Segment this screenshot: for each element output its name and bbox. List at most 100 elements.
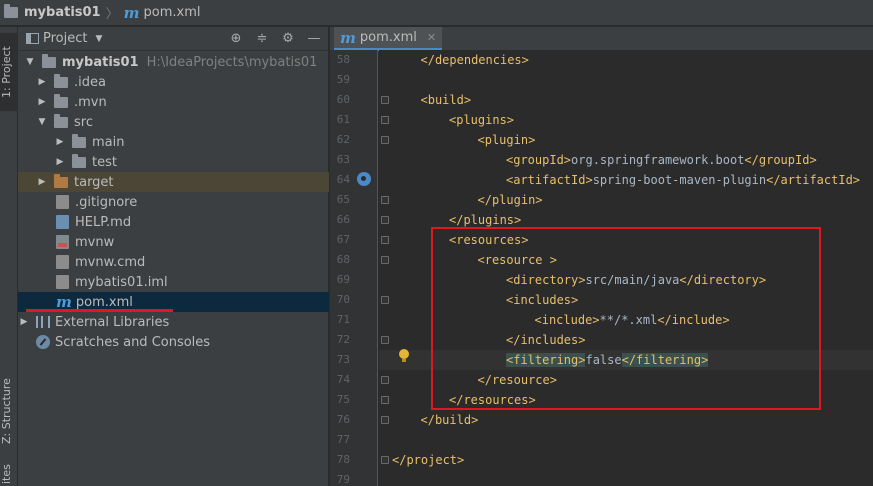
code-line: </plugin> xyxy=(478,190,543,210)
tree-item-label: .idea xyxy=(74,74,106,90)
chevron-right-icon[interactable]: ▶ xyxy=(36,77,48,87)
fold-marker-icon[interactable] xyxy=(381,236,389,244)
xml-tag: </build> xyxy=(420,413,479,427)
tree-item-target[interactable]: ▶ target xyxy=(18,172,329,192)
module-file-icon xyxy=(56,275,69,289)
line-number: 68 xyxy=(336,253,350,266)
chevron-down-icon[interactable]: ▼ xyxy=(95,34,102,44)
spring-boot-gutter-icon[interactable] xyxy=(357,172,371,186)
code-line: <plugin> xyxy=(478,130,536,150)
line-number: 71 xyxy=(336,313,350,326)
gitignore-file-icon xyxy=(56,195,69,209)
tool-tab-favorites[interactable]: ites xyxy=(0,463,18,486)
chevron-down-icon[interactable]: ▼ xyxy=(24,57,36,67)
breadcrumb-project-label: mybatis01 xyxy=(24,5,101,20)
code-line: <build> xyxy=(421,90,472,110)
fold-marker-icon[interactable] xyxy=(381,96,389,104)
fold-marker-icon[interactable] xyxy=(381,196,389,204)
tree-item-external-libraries[interactable]: ▶ External Libraries xyxy=(18,312,329,332)
maven-file-icon: m xyxy=(123,3,140,22)
tool-tab-structure-label: Z: Structure xyxy=(0,378,13,444)
collapse-all-icon[interactable]: ≑ xyxy=(252,30,272,48)
tree-root-path: H:\IdeaProjects\mybatis01 xyxy=(146,54,318,70)
fold-marker-icon[interactable] xyxy=(381,376,389,384)
editor-tab-pom-xml[interactable]: m pom.xml ✕ xyxy=(334,27,443,51)
editor-tab-label: pom.xml xyxy=(359,30,417,45)
gear-icon[interactable]: ⚙ xyxy=(278,30,298,48)
tree-item-root[interactable]: ▼ mybatis01 H:\IdeaProjects\mybatis01 xyxy=(18,52,329,72)
breadcrumb-file-label: pom.xml xyxy=(143,5,201,20)
breadcrumb-separator-icon: 〉 xyxy=(105,7,119,22)
tree-item-iml[interactable]: mybatis01.iml xyxy=(18,272,329,292)
left-tool-strip: 1: Project Z: Structure ites xyxy=(0,27,18,486)
tree-item-main[interactable]: ▶ main xyxy=(18,132,329,152)
line-number: 73 xyxy=(336,353,350,366)
line-number: 78 xyxy=(336,453,350,466)
project-view-selector[interactable]: Project xyxy=(43,31,87,46)
tool-tab-project[interactable]: 1: Project xyxy=(0,33,18,111)
fold-marker-icon[interactable] xyxy=(381,216,389,224)
tree-item-mvn[interactable]: ▶ .mvn xyxy=(18,92,329,112)
fold-marker-icon[interactable] xyxy=(381,456,389,464)
tree-item-mvnw[interactable]: mvnw xyxy=(18,232,329,252)
tool-tab-project-label: 1: Project xyxy=(0,46,13,98)
hide-panel-icon[interactable]: — xyxy=(304,30,324,48)
annotation-underline xyxy=(26,309,173,312)
chevron-right-icon[interactable]: ▶ xyxy=(18,317,30,327)
fold-marker-icon[interactable] xyxy=(381,116,389,124)
excluded-folder-icon xyxy=(54,173,68,188)
tree-item-idea[interactable]: ▶ .idea xyxy=(18,72,329,92)
tree-item-label: src xyxy=(74,114,93,130)
line-number: 79 xyxy=(336,473,350,486)
xml-tag: </dependencies> xyxy=(420,53,529,67)
editor-tab-bar: m pom.xml ✕ xyxy=(330,27,873,51)
xml-tag: </artifactId> xyxy=(766,173,861,187)
line-number: 77 xyxy=(336,433,350,446)
tree-item-label: test xyxy=(92,154,117,170)
folder-icon xyxy=(54,73,68,88)
chevron-right-icon[interactable]: ▶ xyxy=(54,137,66,147)
tool-tab-structure[interactable]: Z: Structure xyxy=(0,365,18,457)
line-number: 62 xyxy=(336,133,350,146)
tree-root-label: mybatis01 xyxy=(62,54,139,70)
breadcrumb-project[interactable]: mybatis01 xyxy=(4,4,101,20)
tree-item-gitignore[interactable]: .gitignore xyxy=(18,192,329,212)
close-icon[interactable]: ✕ xyxy=(427,31,436,44)
tree-item-label: pom.xml xyxy=(75,294,133,310)
code-line: </build> xyxy=(421,410,479,430)
tree-item-scratches[interactable]: Scratches and Consoles xyxy=(18,332,329,352)
code-line: <artifactId>spring-boot-maven-plugin</ar… xyxy=(506,170,860,190)
fold-marker-icon[interactable] xyxy=(381,416,389,424)
tree-item-test[interactable]: ▶ test xyxy=(18,152,329,172)
fold-marker-icon[interactable] xyxy=(381,336,389,344)
tree-item-label: main xyxy=(92,134,125,150)
fold-marker-icon[interactable] xyxy=(381,256,389,264)
fold-marker-icon[interactable] xyxy=(381,396,389,404)
fold-marker-icon[interactable] xyxy=(381,296,389,304)
xml-tag: <groupId> xyxy=(506,153,572,167)
folder-icon xyxy=(72,153,86,168)
xml-text: spring-boot-maven-plugin xyxy=(592,173,767,187)
line-number: 61 xyxy=(336,113,350,126)
line-number: 67 xyxy=(336,233,350,246)
tree-item-src[interactable]: ▼ src xyxy=(18,112,329,132)
line-number: 63 xyxy=(336,153,350,166)
lightbulb-icon[interactable] xyxy=(399,349,409,363)
chevron-down-icon[interactable]: ▼ xyxy=(36,117,48,127)
navigation-bar: mybatis01 〉 m pom.xml xyxy=(0,0,873,26)
folder-icon xyxy=(54,113,68,128)
fold-marker-icon[interactable] xyxy=(381,136,389,144)
line-number: 58 xyxy=(336,53,350,66)
chevron-right-icon[interactable]: ▶ xyxy=(36,177,48,187)
tree-item-help-md[interactable]: HELP.md xyxy=(18,212,329,232)
tree-item-label: External Libraries xyxy=(55,314,170,330)
line-number: 59 xyxy=(336,73,350,86)
tree-item-mvnw-cmd[interactable]: mvnw.cmd xyxy=(18,252,329,272)
xml-tag: </groupId> xyxy=(744,153,817,167)
chevron-right-icon[interactable]: ▶ xyxy=(36,97,48,107)
breadcrumb-file[interactable]: m pom.xml xyxy=(124,4,201,22)
chevron-right-icon[interactable]: ▶ xyxy=(54,157,66,167)
line-number: 60 xyxy=(336,93,350,106)
locate-file-icon[interactable]: ⊕ xyxy=(226,30,246,48)
annotation-highlight-box xyxy=(431,227,821,410)
